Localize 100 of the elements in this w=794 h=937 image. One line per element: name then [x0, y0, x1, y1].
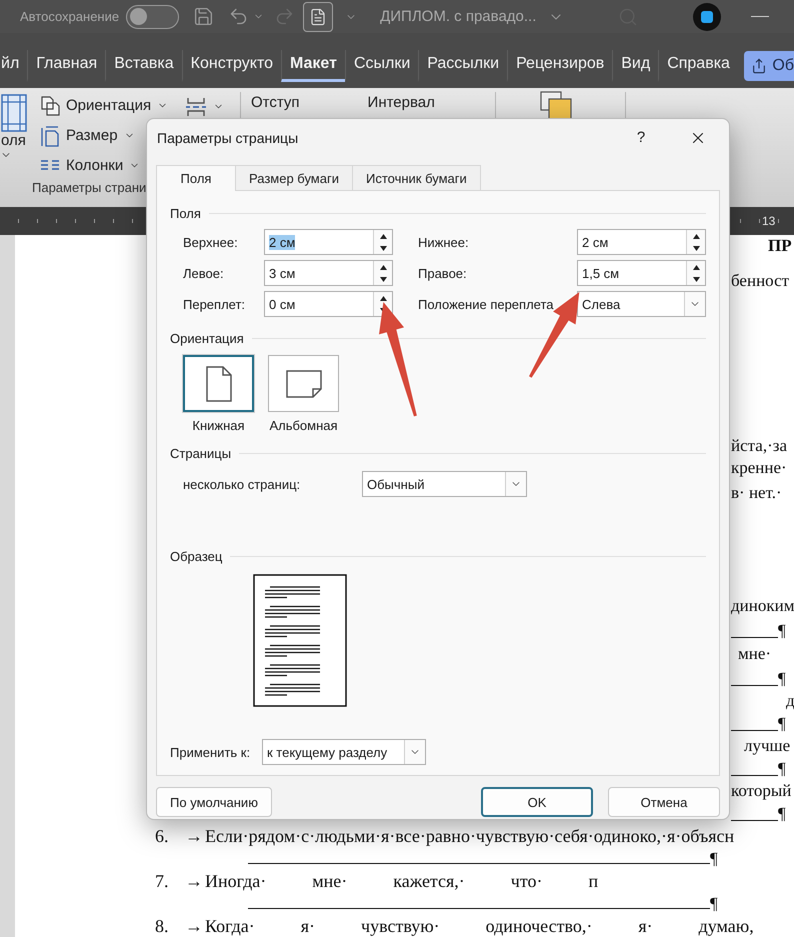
ribbon-tab[interactable]: йл — [0, 50, 28, 82]
document-text: п — [588, 871, 598, 892]
spin-field[interactable]: 2 см — [577, 229, 706, 255]
decrement-button[interactable] — [687, 242, 705, 254]
up-triangle-icon — [692, 234, 700, 238]
dropdown[interactable]: Слева — [577, 291, 706, 317]
paragraph-mark: ¶ — [778, 804, 786, 822]
section-heading: Ориентация — [170, 330, 244, 346]
down-triangle-icon — [380, 246, 386, 250]
ribbon-tab[interactable]: Рассылки — [418, 50, 508, 82]
increment-button[interactable] — [687, 230, 705, 242]
document-text: в· нет.· — [731, 483, 782, 503]
arrange-icon[interactable] — [540, 91, 574, 121]
document-text: мне· — [738, 644, 772, 664]
decrement-button[interactable] — [374, 242, 392, 254]
help-button[interactable]: ? — [631, 129, 651, 146]
document-text: д — [786, 691, 794, 711]
spin-field[interactable]: 2 см — [264, 229, 393, 255]
tab-mark: → — [185, 871, 204, 892]
document-text: лучше — [744, 736, 790, 756]
document-text: чувствую· — [361, 916, 440, 937]
increment-button[interactable] — [374, 261, 392, 273]
down-triangle-icon — [692, 246, 700, 250]
document-text: бенност — [731, 271, 790, 291]
ribbon-tab[interactable]: Вид — [612, 50, 658, 82]
paragraph-mark: ¶ — [778, 760, 786, 776]
ribbon-tab[interactable]: Вставка — [105, 50, 182, 82]
document-text: Иногда· — [205, 871, 266, 892]
answer-line — [731, 820, 778, 821]
ribbon-label: Отступ — [251, 94, 300, 113]
ribbon-tab[interactable]: Рецензиров — [507, 50, 612, 82]
dialog-button[interactable]: По умолчанию — [156, 787, 272, 817]
document-text: одиночество,· — [486, 916, 592, 937]
spin-field[interactable]: 3 см — [264, 260, 393, 286]
ribbon-label: Интервал — [368, 94, 435, 113]
increment-button[interactable] — [687, 261, 705, 273]
paragraph-mark: ¶ — [778, 670, 786, 686]
paragraph-mark: ¶ — [778, 714, 786, 732]
dialog-tab[interactable]: Поля — [156, 165, 236, 191]
save-icon[interactable] — [193, 6, 214, 27]
decrement-button[interactable] — [687, 273, 705, 285]
share-button[interactable]: Об — [744, 50, 794, 80]
dropdown[interactable]: Обычный — [362, 471, 527, 497]
dialog-tab[interactable]: Источник бумаги — [352, 165, 481, 190]
document-text: Если·рядом·с·людьми·я·все·равно·чувствую·себя·одиноко,·я·объясн — [205, 826, 734, 847]
section-heading: Поля — [170, 206, 201, 220]
app-icon[interactable] — [693, 2, 722, 30]
paragraph-mark: ¶ — [778, 622, 786, 638]
document-text: я· — [300, 916, 316, 937]
spin-field[interactable]: 1,5 см — [577, 260, 706, 286]
ribbon-tab[interactable]: Главная — [27, 50, 106, 82]
dialog-button[interactable]: Отмена — [608, 787, 720, 817]
document-text: кажется,· — [393, 871, 465, 892]
columns-icon — [40, 158, 60, 172]
page-size-icon — [40, 124, 60, 146]
decrement-button[interactable] — [374, 273, 392, 285]
paragraph-mark: ¶ — [710, 895, 718, 912]
spin-field[interactable]: 0 см — [264, 291, 393, 317]
field-label: Положение переплета — [417, 296, 555, 314]
landscape-page-icon — [286, 370, 322, 398]
down-triangle-icon — [380, 276, 386, 282]
ribbon-tab[interactable]: Справка — [658, 50, 738, 82]
document-text: я· — [638, 916, 653, 937]
field-label: Применить к: — [170, 744, 252, 760]
portrait-page-icon — [206, 366, 232, 402]
document-view-button[interactable] — [303, 2, 334, 32]
field-label: Левое: — [183, 264, 225, 282]
tab-mark: → — [185, 916, 204, 937]
document-text: Когда· — [205, 916, 255, 937]
document-title[interactable]: ДИПЛОМ. с правадо... — [380, 8, 536, 25]
down-triangle-icon — [692, 276, 700, 282]
list-number: 6. — [155, 826, 170, 847]
ribbon-tab[interactable]: Макет — [280, 50, 345, 82]
margins-button[interactable]: оля — [0, 94, 27, 149]
increment-button[interactable] — [374, 230, 392, 242]
orientation-option[interactable] — [183, 355, 254, 412]
pages-icon — [40, 96, 60, 116]
autosave-toggle[interactable] — [126, 4, 180, 28]
option-label: Альбомная — [269, 418, 338, 434]
increment-button[interactable] — [374, 292, 392, 304]
document-text: диноким — [731, 596, 794, 616]
up-triangle-icon — [380, 296, 386, 300]
ruler-number: 13 — [760, 214, 778, 228]
option-label: Книжная — [192, 418, 245, 434]
autosave-label: Автосохранение — [20, 9, 120, 24]
field-label: несколько страниц: — [183, 476, 302, 492]
field-label: Нижнее: — [417, 234, 470, 252]
answer-line — [731, 637, 778, 638]
up-triangle-icon — [380, 264, 386, 270]
orientation-option[interactable] — [268, 355, 339, 412]
ribbon-tab[interactable]: Ссылки — [344, 50, 418, 82]
up-triangle-icon — [692, 264, 700, 270]
field-label: Правое: — [417, 264, 468, 283]
answer-line — [731, 775, 778, 776]
list-number: 7. — [155, 871, 170, 892]
list-number: 8. — [155, 916, 170, 937]
ribbon-tab[interactable]: Конструкто — [182, 50, 281, 82]
page-break-icon — [185, 96, 207, 116]
dropdown[interactable]: к текущему разделу — [262, 739, 426, 765]
dialog-button[interactable]: OK — [481, 787, 593, 817]
